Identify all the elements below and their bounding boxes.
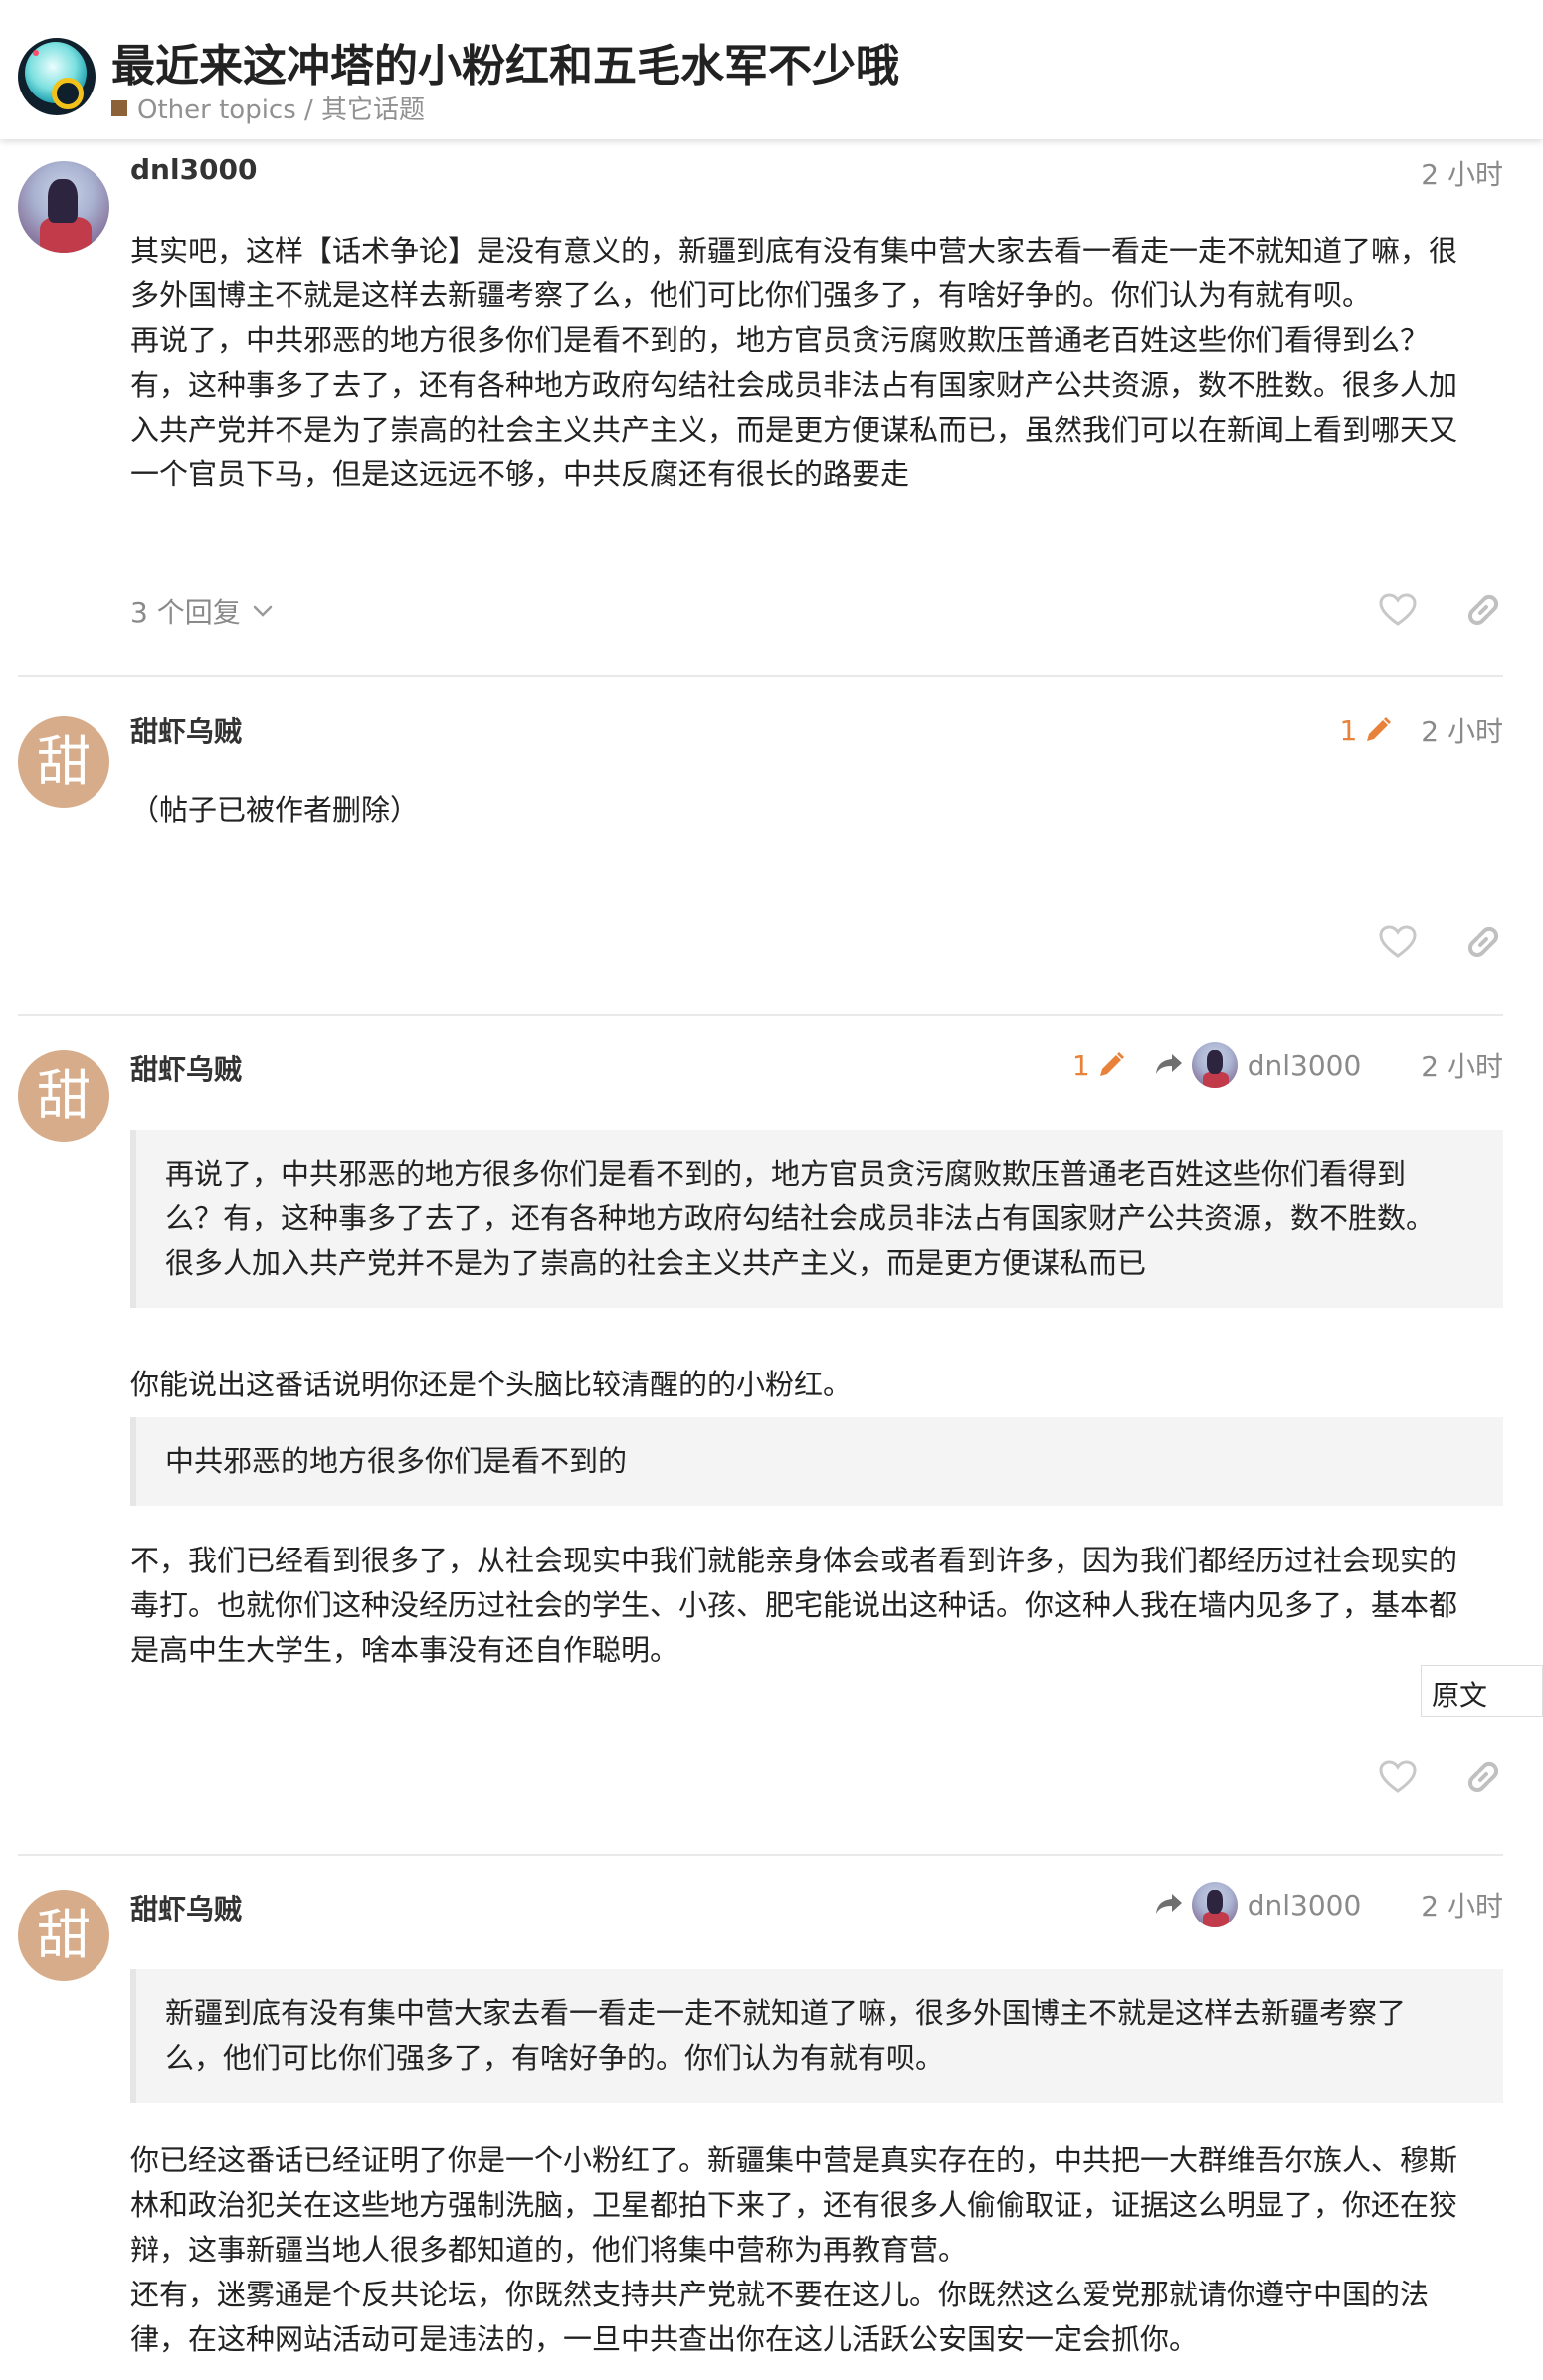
like-heart-icon[interactable]: [1378, 922, 1418, 962]
topic-title[interactable]: 最近来这冲塔的小粉红和五毛水军不少哦: [111, 30, 899, 93]
link-icon[interactable]: [1463, 922, 1503, 962]
post-paragraph: 是高中生大学生，啥本事没有还自作聪明。: [130, 1633, 679, 1667]
reply-to-link[interactable]: dnl3000: [1154, 1882, 1362, 1927]
post-actions: [1332, 922, 1503, 962]
edit-history-button[interactable]: 1: [1072, 1049, 1126, 1082]
post-meta: 1 dnl3000 2 小时: [1072, 1042, 1503, 1088]
blockquote: 新疆到底有没有集中营大家去看一看走一走不就知道了嘛，很多外国博主不就是这样去新疆…: [130, 1969, 1503, 2103]
reply-arrow-icon: [1155, 1054, 1182, 1074]
post-paragraph: 律，在这种网站活动可是违法的，一旦中共查出你在这儿活跃公安国安一定会抓你。: [130, 2322, 1199, 2356]
deleted-post-notice: （帖子已被作者删除）: [130, 793, 420, 826]
post-actions: [1332, 1757, 1503, 1797]
reply-to-avatar: [1191, 1882, 1238, 1927]
avatar[interactable]: 甜: [18, 716, 109, 808]
reply-arrow-icon: [1155, 1894, 1182, 1914]
pencil-icon: [1367, 717, 1392, 741]
quote-line: 么，他们可比你们强多了，有啥好争的。你们认为有就有呗。: [165, 2041, 945, 2075]
reply-to-username: dnl3000: [1247, 1048, 1362, 1082]
post-body: 你已经这番话已经证明了你是一个小粉红了。新疆集中营是真实存在的，中共把一大群维吾…: [130, 2138, 1503, 2362]
link-icon[interactable]: [1463, 1757, 1503, 1797]
post-meta: dnl3000 2 小时: [1154, 1882, 1503, 1927]
post-paragraph: 其实吧，这样【话术争论】是没有意义的，新疆到底有没有集中营大家去看一看走一走不就…: [130, 234, 1458, 268]
post-time[interactable]: 2 小时: [1421, 1885, 1503, 1924]
post-time[interactable]: 2 小时: [1421, 710, 1503, 750]
site-logo[interactable]: [18, 38, 96, 115]
reply-to-link[interactable]: dnl3000: [1154, 1042, 1362, 1088]
chevron-down-icon: [253, 605, 272, 617]
link-icon[interactable]: [1463, 590, 1503, 630]
post: 甜 甜虾乌贼 1 dnl3000 2 小时 再说了，中共邪恶的地方很多你们是看不…: [0, 1034, 1543, 1850]
post-body: 其实吧，这样【话术争论】是没有意义的，新疆到底有没有集中营大家去看一看走一走不就…: [130, 229, 1503, 497]
post-divider: [18, 675, 1503, 677]
post-paragraph: 毒打。也就你们这种没经历过社会的学生、小孩、肥宅能说出这种话。你这种人我在墙内见…: [130, 1588, 1458, 1622]
category-badge[interactable]: Other topics / 其它话题: [111, 90, 425, 126]
post-username[interactable]: 甜虾乌贼: [130, 1888, 242, 1927]
post-username[interactable]: 甜虾乌贼: [130, 710, 242, 750]
like-heart-icon[interactable]: [1378, 1757, 1418, 1797]
post-actions: [1332, 590, 1503, 630]
quote-line: 再说了，中共邪恶的地方很多你们是看不到的，地方官员贪污腐败欺压普通老百姓这些你们…: [165, 1157, 1407, 1190]
post-time[interactable]: 2 小时: [1421, 153, 1503, 193]
post-paragraph: 不，我们已经看到很多了，从社会现实中我们就能亲身体会或者看到许多，因为我们都经历…: [130, 1544, 1458, 1577]
post-paragraph: 还有，迷雾通是个反共论坛，你既然支持共产党就不要在这儿。你既然这么爱党那就请你遵…: [130, 2278, 1430, 2311]
post-paragraph: 你已经这番话已经证明了你是一个小粉红了。新疆集中营是真实存在的，中共把一大群维吾…: [130, 2143, 1458, 2177]
post-meta: 2 小时: [1421, 153, 1503, 193]
post: 甜 甜虾乌贼 dnl3000 2 小时 新疆到底有没有集中营大家去看一看走一走不…: [0, 1874, 1543, 2380]
like-heart-icon[interactable]: [1378, 590, 1418, 630]
post-paragraph: 有，这种事多了去了，还有各种地方政府勾结社会成员非法占有国家财产公共资源，数不胜…: [130, 368, 1458, 402]
post-body: 不，我们已经看到很多了，从社会现实中我们就能亲身体会或者看到许多，因为我们都经历…: [130, 1539, 1503, 1673]
post-paragraph: 林和政治犯关在这些地方强制洗脑，卫星都拍下来了，还有很多人偷偷取证，证据这么明显…: [130, 2188, 1458, 2222]
post-paragraph: 一个官员下马，但是这远远不够，中共反腐还有很长的路要走: [130, 458, 910, 491]
replies-count-label: 3 个回复: [130, 596, 241, 629]
quote-line: 中共邪恶的地方很多你们是看不到的: [165, 1444, 628, 1478]
edit-count: 1: [1071, 1048, 1090, 1082]
post-username[interactable]: dnl3000: [130, 153, 258, 186]
quote-line: 很多人加入共产党并不是为了崇高的社会主义共产主义，而是更方便谋私而已: [165, 1246, 1147, 1280]
post-meta: 1 2 小时: [1339, 710, 1503, 750]
replies-toggle-button[interactable]: 3 个回复: [130, 591, 275, 631]
pencil-icon: [1099, 1052, 1124, 1076]
show-original-button[interactable]: 原文: [1421, 1665, 1543, 1717]
post-time[interactable]: 2 小时: [1421, 1045, 1503, 1085]
quote-line: 新疆到底有没有集中营大家去看一看走一走不就知道了嘛，很多外国博主不就是这样去新疆…: [165, 1996, 1407, 2030]
post: 甜 甜虾乌贼 1 2 小时 （帖子已被作者删除）: [0, 696, 1543, 1014]
post-divider: [18, 1854, 1503, 1856]
category-color-square: [111, 99, 127, 116]
post-divider: [18, 1014, 1503, 1016]
post-username[interactable]: 甜虾乌贼: [130, 1048, 242, 1088]
post-paragraph: 再说了，中共邪恶的地方很多你们是看不到的，地方官员贪污腐败欺压普通老百姓这些你们…: [130, 323, 1430, 357]
avatar[interactable]: 甜: [18, 1890, 109, 1981]
post-paragraph: 辩，这事新疆当地人很多都知道的，他们将集中营称为再教育营。: [130, 2233, 968, 2267]
post-paragraph: 多外国博主不就是这样去新疆考察了么，他们可比你们强多了，有啥好争的。你们认为有就…: [130, 278, 1372, 312]
post-body: 你能说出这番话说明你还是个头脑比较清醒的的小粉红。: [130, 1363, 1503, 1407]
post: dnl3000 2 小时 其实吧，这样【话术争论】是没有意义的，新疆到底有没有集…: [0, 139, 1543, 676]
reply-to-username: dnl3000: [1247, 1888, 1362, 1922]
blockquote: 再说了，中共邪恶的地方很多你们是看不到的，地方官员贪污腐败欺压普通老百姓这些你们…: [130, 1130, 1503, 1308]
post-paragraph: 入共产党并不是为了崇高的社会主义共产主义，而是更方便谋私而已，虽然我们可以在新闻…: [130, 413, 1458, 447]
topic-header: 最近来这冲塔的小粉红和五毛水军不少哦 Other topics / 其它话题: [0, 0, 1543, 139]
post-paragraph: 你能说出这番话说明你还是个头脑比较清醒的的小粉红。: [130, 1368, 853, 1401]
category-label: Other topics / 其它话题: [137, 95, 426, 125]
avatar[interactable]: 甜: [18, 1050, 109, 1142]
post-body: （帖子已被作者删除）: [130, 788, 1503, 832]
avatar[interactable]: [18, 161, 109, 253]
reply-to-avatar: [1191, 1042, 1238, 1088]
edit-count: 1: [1339, 713, 1358, 747]
edit-history-button[interactable]: 1: [1339, 714, 1393, 747]
quote-line: 么？有，这种事多了去了，还有各种地方政府勾结社会成员非法占有国家财产公共资源，数…: [165, 1201, 1436, 1235]
blockquote: 中共邪恶的地方很多你们是看不到的: [130, 1417, 1503, 1506]
